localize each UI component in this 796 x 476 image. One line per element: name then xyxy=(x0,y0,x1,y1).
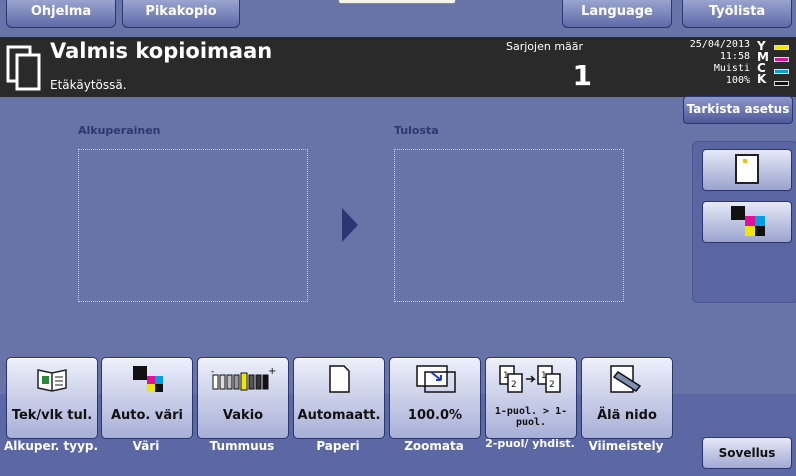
duplex-combine-icon: 1 2 1 2 xyxy=(499,365,561,393)
tab-tyolista-label: Työlista xyxy=(708,4,766,19)
color-mode-caption: Väri xyxy=(132,439,160,453)
original-type-icon xyxy=(37,369,67,392)
finishing-icon xyxy=(610,365,642,393)
original-type-button[interactable]: Tek/vlk tul. xyxy=(6,357,98,439)
original-label: Alkuperainen xyxy=(78,124,161,137)
duplex-combine-caption: 2-puol/ yhdist. xyxy=(485,437,575,450)
original-preview-area xyxy=(78,149,308,302)
paper-value: Automaatt. xyxy=(297,408,381,423)
top-center-indicator xyxy=(338,0,456,4)
status-bar: Valmis kopioimaan Etäkäytössä. Sarjojen … xyxy=(0,37,796,97)
zoom-button[interactable]: 100.0% xyxy=(389,357,481,439)
paper-caption: Paperi xyxy=(316,439,360,453)
device-info: 25/04/2013 11:58 Muisti 100% xyxy=(690,39,750,87)
color-select-button[interactable] xyxy=(702,201,792,243)
tab-pikakopio[interactable]: Pikakopio xyxy=(122,0,240,28)
duplex-combine-button[interactable]: 1 2 1 2 1-puol. > 1-puol. xyxy=(485,357,577,439)
finishing-button[interactable]: Älä nido xyxy=(581,357,673,439)
tab-language-label: Language xyxy=(581,4,653,19)
paper-icon xyxy=(329,365,350,393)
copy-sets-value: 1 xyxy=(572,59,592,92)
svg-text:+: + xyxy=(268,366,276,377)
document-icon xyxy=(735,154,759,184)
zoom-value: 100.0% xyxy=(407,408,463,423)
tab-language[interactable]: Language xyxy=(562,0,672,28)
arrow-right-icon xyxy=(342,208,358,242)
memory-label: Muisti xyxy=(713,63,750,74)
check-settings-button[interactable]: Tarkista asetus xyxy=(683,96,793,124)
toner-bar-k xyxy=(774,81,789,86)
color-mode-button[interactable]: Auto. väri xyxy=(101,357,193,439)
zoom-caption: Zoomata xyxy=(404,439,464,453)
toner-letters: Y M C K xyxy=(757,40,769,86)
tab-ohjelma[interactable]: Ohjelma xyxy=(6,0,116,28)
original-type-caption: Alkuper. tyyp. xyxy=(3,439,99,453)
original-direction-button[interactable] xyxy=(702,149,792,191)
svg-text:1: 1 xyxy=(503,371,509,381)
application-button[interactable]: Sovellus xyxy=(702,437,792,469)
paper-button[interactable]: Automaatt. xyxy=(293,357,385,439)
color-squares-icon xyxy=(731,206,765,236)
output-label: Tulosta xyxy=(394,124,439,137)
toner-bar-y xyxy=(774,45,789,50)
density-icon: - + xyxy=(211,366,276,391)
toner-bar-c xyxy=(774,69,789,74)
copy-sets-label: Sarjojen määr xyxy=(506,40,584,53)
time-text: 11:58 xyxy=(719,51,750,62)
tab-ohjelma-label: Ohjelma xyxy=(30,4,92,19)
duplex-combine-value: 1-puol. > 1-puol. xyxy=(494,406,568,428)
color-mode-value: Auto. väri xyxy=(110,408,184,423)
finishing-value: Älä nido xyxy=(597,408,657,423)
density-value: Vakio xyxy=(222,408,264,423)
density-caption: Tummuus xyxy=(209,439,275,453)
output-preview-area xyxy=(394,149,624,302)
density-button[interactable]: - + Vakio xyxy=(197,357,289,439)
document-stack-icon xyxy=(6,45,41,91)
svg-text:2: 2 xyxy=(549,380,555,390)
status-subtitle: Etäkäytössä. xyxy=(50,78,127,92)
toner-letter-k: K xyxy=(757,72,767,86)
original-type-value: Tek/vlk tul. xyxy=(11,408,93,423)
svg-text:1: 1 xyxy=(541,371,547,381)
tab-pikakopio-label: Pikakopio xyxy=(145,4,217,19)
zoom-icon xyxy=(416,365,456,393)
finishing-caption: Viimeistely xyxy=(588,439,664,453)
date-text: 25/04/2013 xyxy=(689,39,750,50)
color-mode-icon xyxy=(133,366,163,392)
svg-text:2: 2 xyxy=(511,380,517,390)
memory-value: 100% xyxy=(725,75,750,86)
tab-tyolista[interactable]: Työlista xyxy=(682,0,792,28)
toner-bar-m xyxy=(774,57,789,62)
status-title: Valmis kopioimaan xyxy=(50,39,273,63)
